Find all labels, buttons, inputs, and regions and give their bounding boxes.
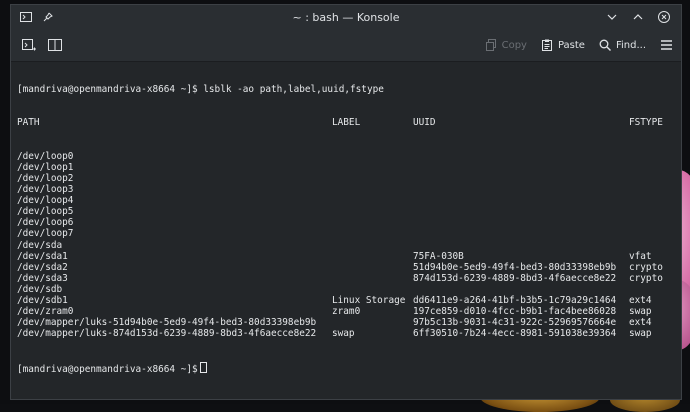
table-row: /dev/loop7 — [17, 228, 681, 239]
close-icon[interactable] — [657, 10, 671, 24]
cell-fstype: crypto — [629, 261, 663, 273]
cell-path: /dev/loop0 — [17, 150, 74, 162]
table-row: /dev/sda — [17, 240, 681, 251]
cell-fstype: ext4 — [629, 317, 652, 329]
header-path: PATH — [17, 117, 40, 129]
cell-uuid: 75FA-030B — [413, 250, 464, 262]
cell-fstype: crypto — [629, 272, 663, 284]
paste-button[interactable]: Paste — [541, 39, 585, 51]
toolbar: Copy Paste Find... — [11, 29, 681, 62]
pin-icon[interactable] — [41, 10, 55, 24]
cell-label: swap — [332, 328, 355, 340]
cell-path: /dev/loop5 — [17, 206, 74, 218]
minimize-icon[interactable] — [605, 10, 619, 24]
header-uuid: UUID — [413, 117, 436, 129]
cell-fstype: swap — [629, 328, 652, 340]
maximize-icon[interactable] — [631, 10, 645, 24]
cell-fstype: ext4 — [629, 294, 652, 306]
search-icon — [599, 39, 611, 51]
text-cursor — [199, 361, 207, 373]
cell-uuid: dd6411e9-a264-41bf-b3b5-1c79a29c1464 — [413, 294, 617, 306]
prompt: [mandriva@openmandriva-x8664 ~]$ — [17, 363, 198, 375]
table-header: PATH LABEL UUID FSTYPE — [17, 117, 681, 128]
header-fstype: FSTYPE — [629, 117, 663, 129]
cell-path: /dev/zram0 — [17, 306, 74, 318]
paste-icon — [541, 39, 552, 51]
cell-path: /dev/loop4 — [17, 195, 74, 207]
table-row: /dev/sda2 51d94b0e-5ed9-49f4-bed3-80d3339… — [17, 262, 681, 273]
table-row: /dev/loop0 — [17, 151, 681, 162]
cell-path: /dev/loop1 — [17, 161, 74, 173]
table-row: /dev/mapper/luks-51d94b0e-5ed9-49f4-bed3… — [17, 317, 681, 328]
prompt-line: [mandriva@openmandriva-x8664 ~]$ — [17, 361, 681, 375]
header-label: LABEL — [332, 117, 361, 129]
cell-label: Linux Storage — [332, 294, 406, 306]
split-view-icon[interactable] — [45, 35, 65, 55]
cell-uuid: 6ff30510-7b24-4ecc-8981-591038e39364 — [413, 328, 617, 340]
cell-path: /dev/sda — [17, 239, 63, 251]
cell-path: /dev/mapper/luks-874d153d-6239-4889-8bd3… — [17, 328, 317, 340]
table-row: /dev/zram0 zram0 197ce859-d010-4fcc-b9b1-f… — [17, 306, 681, 317]
cell-path: /dev/sdb1 — [17, 294, 68, 306]
cell-path: /dev/sda2 — [17, 261, 68, 273]
cell-path: /dev/loop3 — [17, 184, 74, 196]
table-row: /dev/mapper/luks-874d153d-6239-4889-8bd3… — [17, 328, 681, 339]
table-row: /dev/loop1 — [17, 162, 681, 173]
cell-uuid: 197ce859-d010-4fcc-b9b1-fac4bee86028 — [413, 306, 617, 318]
cell-path: /dev/mapper/luks-51d94b0e-5ed9-49f4-bed3… — [17, 317, 317, 329]
cell-path: /dev/loop7 — [17, 228, 74, 240]
table-row: /dev/sdb — [17, 284, 681, 295]
window-title: ~ : bash — Konsole — [292, 10, 400, 24]
terminal-output[interactable]: [mandriva@openmandriva-x8664 ~]$ lsblk -… — [11, 62, 681, 399]
table-row: /dev/sda1 75FA-030B vfat — [17, 251, 681, 262]
copy-button[interactable]: Copy — [485, 39, 527, 51]
paste-label: Paste — [557, 39, 585, 51]
cell-label: zram0 — [332, 306, 361, 318]
table-row: /dev/loop3 — [17, 184, 681, 195]
titlebar[interactable]: ~ : bash — Konsole — [11, 5, 681, 29]
command-line: [mandriva@openmandriva-x8664 ~]$ lsblk -… — [17, 84, 384, 96]
cell-path: /dev/sdb — [17, 283, 63, 295]
find-button[interactable]: Find... — [599, 39, 646, 51]
cell-uuid: 874d153d-6239-4889-8bd3-4f6aecce8e22 — [413, 272, 617, 284]
copy-icon — [485, 39, 496, 51]
cell-path: /dev/loop2 — [17, 172, 74, 184]
device-list: /dev/loop0/dev/loop1/dev/loop2/dev/loop3… — [17, 151, 681, 340]
cell-path: /dev/sda3 — [17, 272, 68, 284]
table-row: /dev/sdb1 Linux Storage dd6411e9-a264-41bf… — [17, 295, 681, 306]
konsole-app-icon[interactable] — [19, 10, 33, 24]
hamburger-menu-icon — [661, 40, 672, 50]
table-row: /dev/loop6 — [17, 217, 681, 228]
konsole-window: ~ : bash — Konsole Copy Paste Find... [m… — [10, 4, 682, 400]
find-label: Find... — [615, 39, 646, 51]
table-row: /dev/loop4 — [17, 195, 681, 206]
hamburger-menu-button[interactable] — [660, 39, 673, 51]
copy-label: Copy — [501, 39, 527, 51]
table-row: /dev/sda3 874d153d-6239-4889-8bd3-4f6aecc… — [17, 273, 681, 284]
cell-fstype: swap — [629, 306, 652, 318]
cell-uuid: 97b5c13b-9031-4c31-922c-52969576664e — [413, 317, 617, 329]
cell-path: /dev/sda1 — [17, 250, 68, 262]
new-tab-icon[interactable] — [19, 35, 39, 55]
cell-path: /dev/loop6 — [17, 217, 74, 229]
table-row: /dev/loop5 — [17, 206, 681, 217]
cell-uuid: 51d94b0e-5ed9-49f4-bed3-80d33398eb9b — [413, 261, 617, 273]
cell-fstype: vfat — [629, 250, 652, 262]
table-row: /dev/loop2 — [17, 173, 681, 184]
